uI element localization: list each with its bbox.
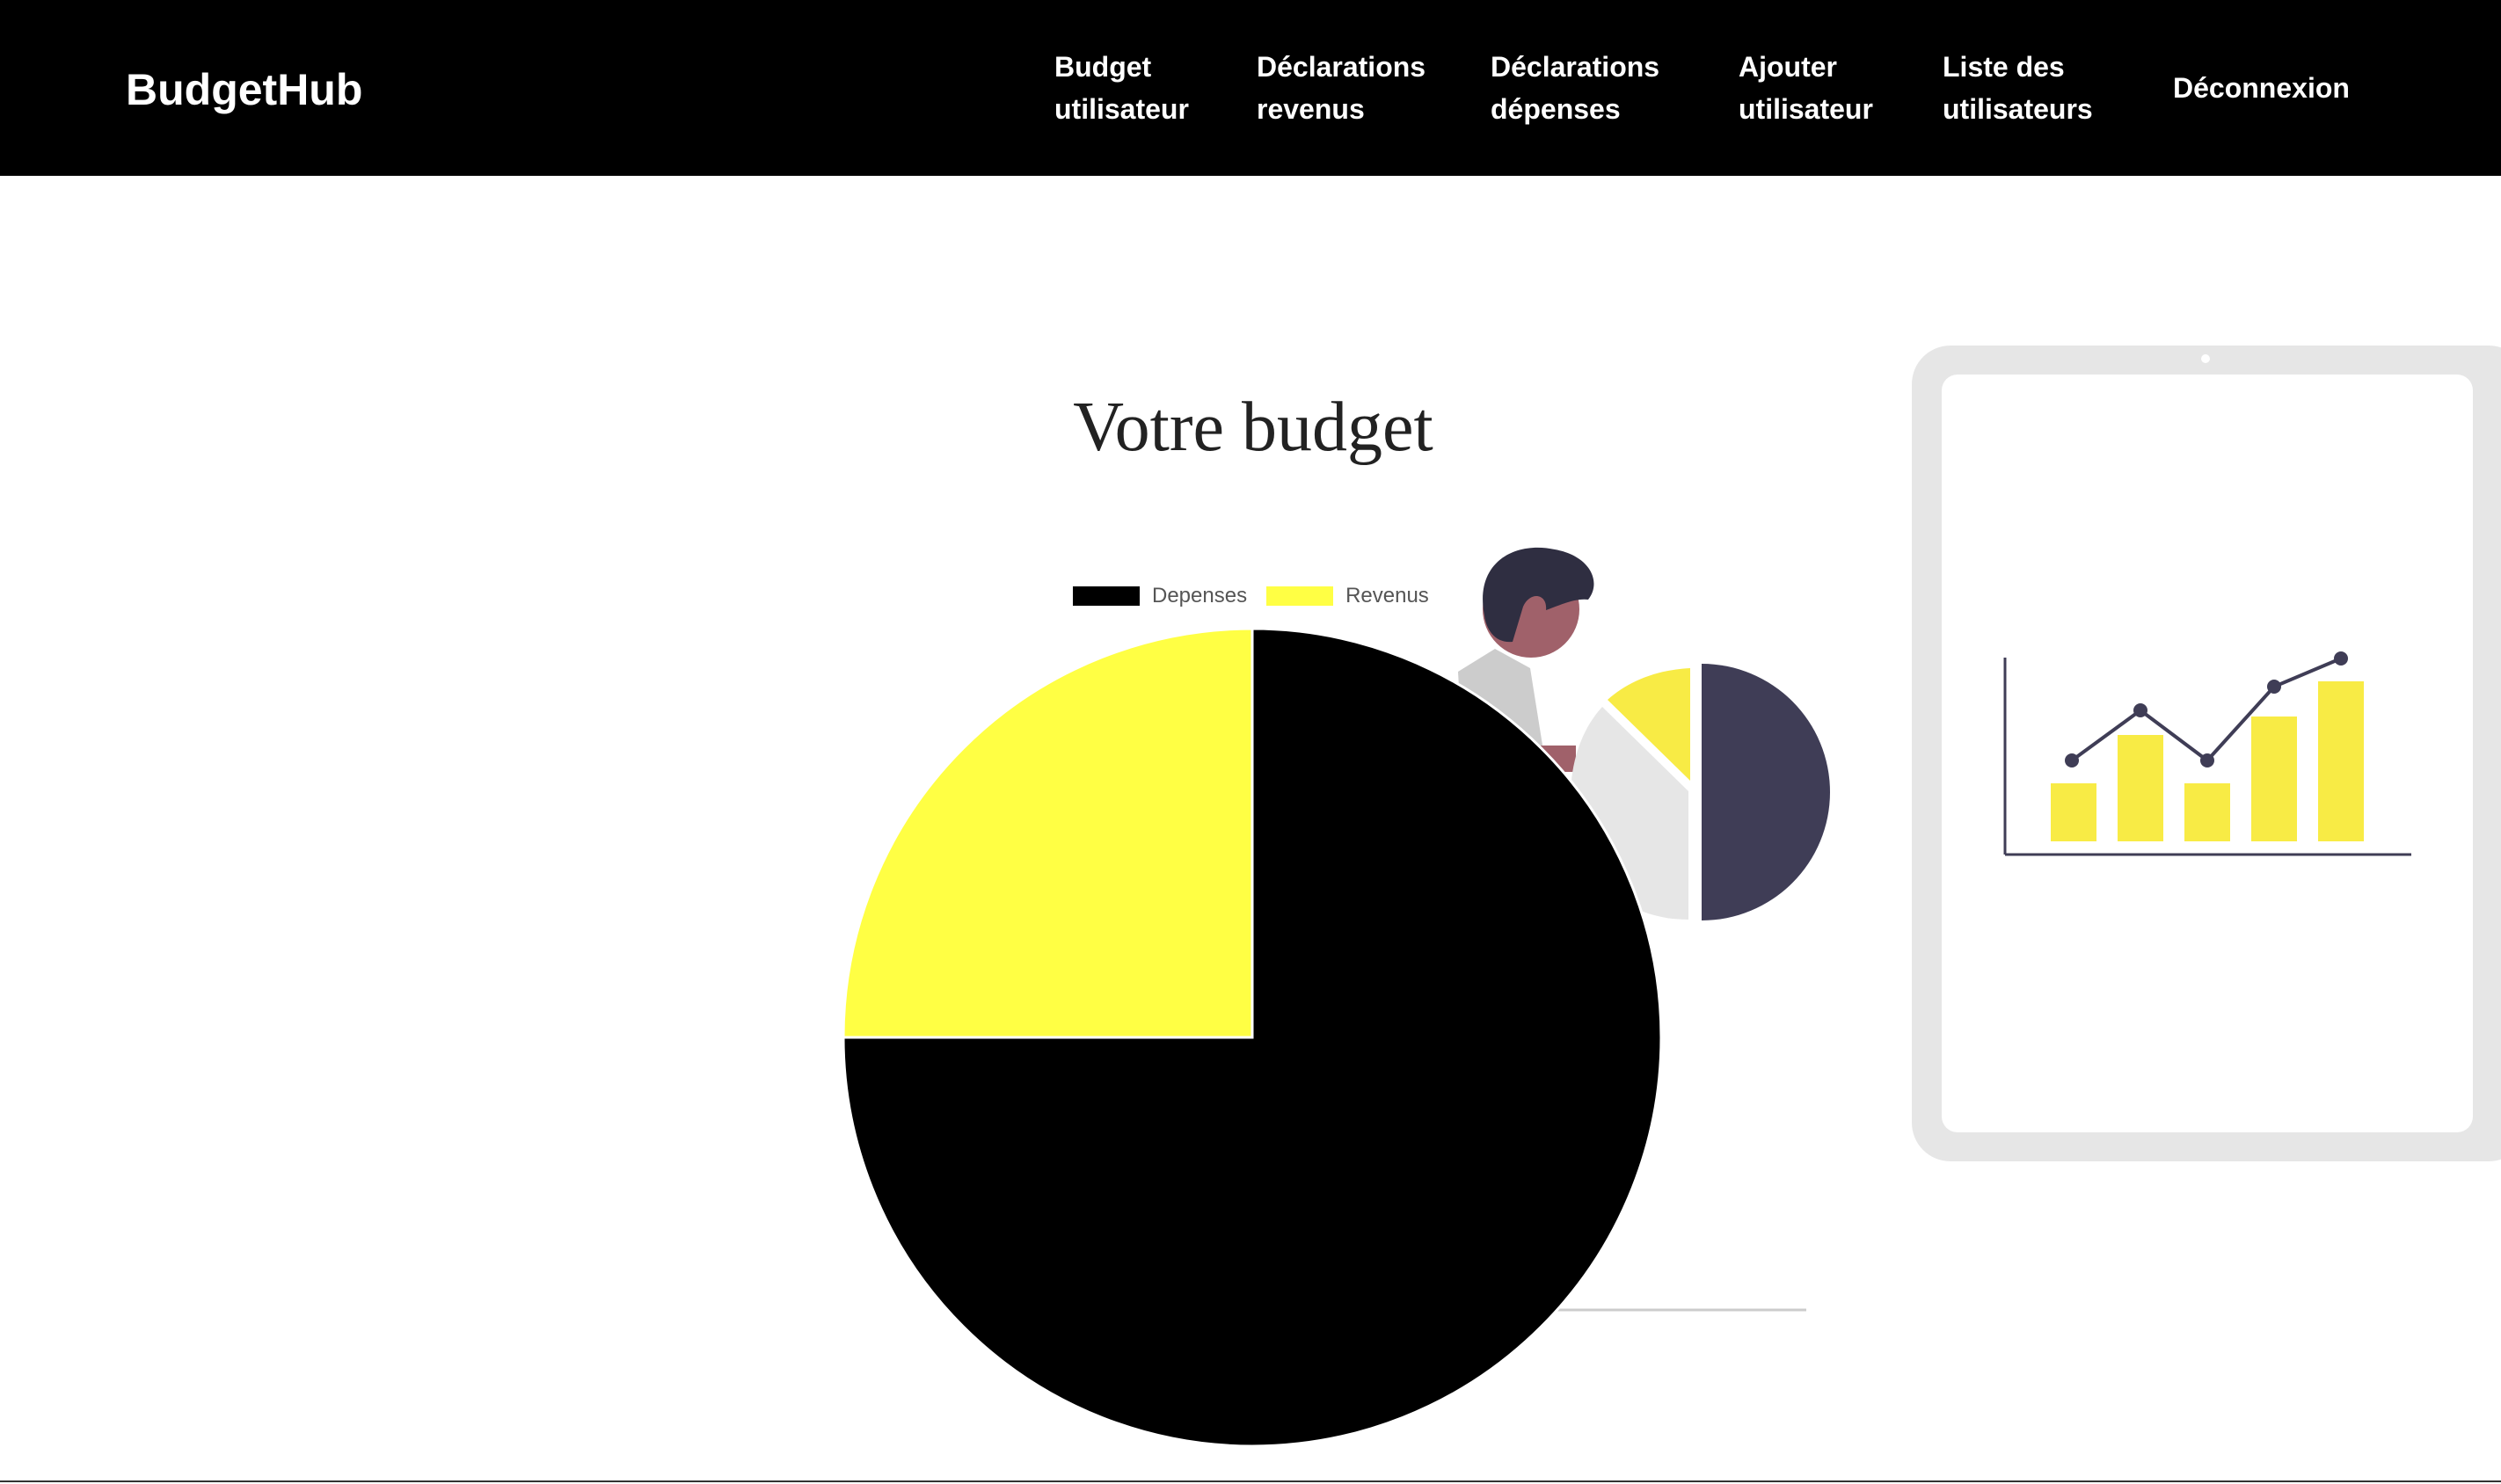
pie-slice-revenus[interactable] <box>842 627 1254 1039</box>
page-bottom-border <box>0 1480 2501 1482</box>
budget-pie-chart <box>842 627 1663 1448</box>
